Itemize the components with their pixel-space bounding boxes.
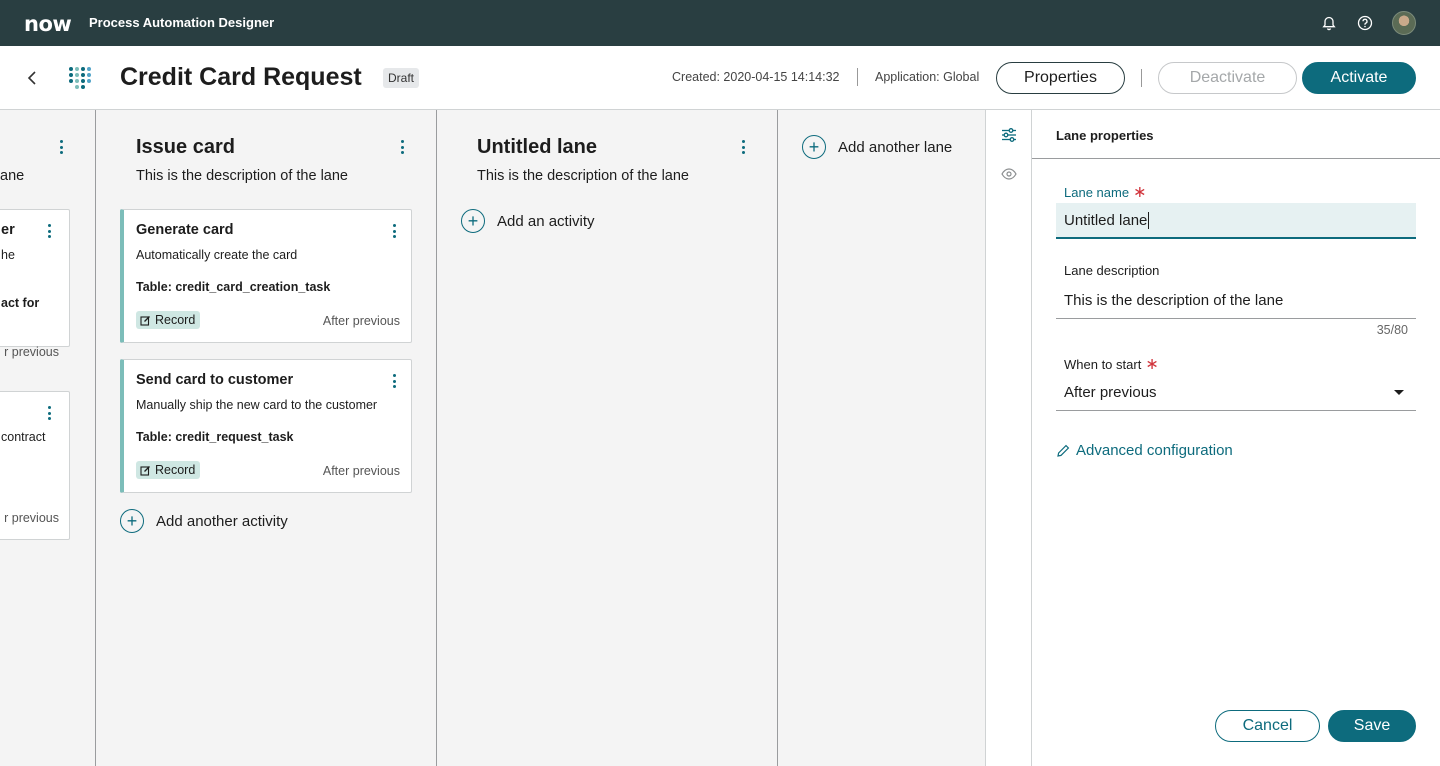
activity-menu-icon[interactable] <box>42 404 56 422</box>
app-title: Process Automation Designer <box>89 15 275 30</box>
panel-title: Lane properties <box>1056 128 1154 143</box>
lane-title: Issue card <box>136 136 235 158</box>
sliders-icon[interactable] <box>1000 126 1018 144</box>
required-asterisk-icon: ∗ <box>1133 184 1147 201</box>
activity-title: er <box>1 222 15 238</box>
lane-name-input[interactable]: Untitled lane <box>1056 203 1416 239</box>
properties-button[interactable]: Properties <box>996 62 1125 94</box>
when-to-start-value: After previous <box>1064 384 1157 401</box>
deactivate-button[interactable]: Deactivate <box>1158 62 1297 94</box>
activity-description: Automatically create the card <box>136 248 298 262</box>
top-icons <box>1320 11 1416 35</box>
activity-timing: r previous <box>4 345 59 359</box>
save-button[interactable]: Save <box>1328 710 1416 742</box>
lane-properties-panel: Lane properties Lane name ∗ Untitled lane… <box>1032 110 1440 766</box>
avatar[interactable] <box>1392 11 1416 35</box>
top-nav-bar: now Process Automation Designer <box>0 0 1440 46</box>
tag-label: Record <box>155 463 196 477</box>
activity-table: Table: credit_card_creation_task <box>136 280 331 294</box>
activity-description: he <box>1 248 15 262</box>
when-to-start-select[interactable]: After previous <box>1056 375 1416 411</box>
pencil-icon <box>1057 444 1070 457</box>
add-another-activity-button[interactable]: + Add another activity <box>120 509 288 533</box>
required-asterisk-icon: ∗ <box>1145 356 1159 373</box>
plus-icon: + <box>120 509 144 533</box>
lane-description: ane <box>0 168 25 184</box>
add-label: Add another activity <box>156 512 288 530</box>
lane-issue-card[interactable]: Issue card This is the description of th… <box>96 110 437 766</box>
lane-name-label: Lane name ∗ <box>1064 182 1146 202</box>
lane-name-value: Untitled lane <box>1064 211 1148 229</box>
record-tag: Record <box>136 461 201 479</box>
plus-icon: + <box>461 209 485 233</box>
divider <box>1141 69 1142 87</box>
divider <box>1032 158 1440 159</box>
activity-table: Table: credit_request_task <box>136 430 294 444</box>
page-title: Credit Card Request <box>120 63 362 91</box>
lane-untitled[interactable]: Untitled lane This is the description of… <box>437 110 778 766</box>
activity-title: Generate card <box>136 222 234 238</box>
edit-record-icon <box>140 465 150 476</box>
add-label: Add an activity <box>497 212 595 230</box>
back-icon[interactable] <box>22 68 42 88</box>
activity-card[interactable]: contract r previous <box>0 391 70 540</box>
lane-description-input[interactable]: This is the description of the lane <box>1056 283 1416 319</box>
activity-description: contract <box>1 430 46 444</box>
activity-card[interactable]: Send card to customer Manually ship the … <box>120 359 412 493</box>
activity-menu-icon[interactable] <box>387 222 401 240</box>
eye-icon[interactable] <box>1000 165 1018 183</box>
add-activity-button[interactable]: + Add an activity <box>461 209 595 233</box>
when-to-start-label-text: When to start <box>1064 357 1142 372</box>
panel-icon-rail <box>985 110 1032 766</box>
activity-timing: r previous <box>4 511 59 525</box>
cancel-button[interactable]: Cancel <box>1215 710 1320 742</box>
status-badge: Draft <box>383 68 420 88</box>
bell-icon[interactable] <box>1320 14 1338 32</box>
advanced-configuration-link[interactable]: Advanced configuration <box>1056 442 1233 459</box>
activity-menu-icon[interactable] <box>387 372 401 390</box>
lanes-canvas: ane er he act for r previous contract r … <box>0 110 985 766</box>
lane-menu-icon[interactable] <box>54 138 68 156</box>
add-another-lane-button[interactable]: + Add another lane <box>802 135 952 159</box>
servicenow-logo[interactable]: now <box>24 12 72 36</box>
add-label: Add another lane <box>838 138 953 156</box>
activity-menu-icon[interactable] <box>42 222 56 240</box>
lane-description-label: Lane description <box>1064 263 1160 278</box>
activity-card[interactable]: er he act for r previous <box>0 209 70 359</box>
activity-timing: After previous <box>322 314 400 328</box>
activity-table: act for <box>1 296 40 310</box>
application-scope: Application: Global <box>875 70 980 84</box>
divider <box>857 68 858 86</box>
caret-down-icon <box>1394 390 1404 395</box>
activity-title: Send card to customer <box>136 372 294 388</box>
when-to-start-label: When to start ∗ <box>1064 354 1159 374</box>
tag-label: Record <box>155 313 196 327</box>
advanced-configuration-label: Advanced configuration <box>1076 442 1233 459</box>
activity-card[interactable]: Generate card Automatically create the c… <box>120 209 412 343</box>
lane-menu-icon[interactable] <box>395 138 409 156</box>
activity-timing: After previous <box>322 464 400 478</box>
lane-menu-icon[interactable] <box>736 138 750 156</box>
created-timestamp: Created: 2020-04-15 14:14:32 <box>672 70 840 84</box>
plus-icon: + <box>802 135 826 159</box>
activate-button[interactable]: Activate <box>1302 62 1416 94</box>
lane-description: This is the description of the lane <box>477 168 689 184</box>
help-icon[interactable] <box>1356 14 1374 32</box>
lane-title: Untitled lane <box>477 136 598 158</box>
edit-record-icon <box>140 315 150 326</box>
lane-description: This is the description of the lane <box>136 168 348 184</box>
activity-description: Manually ship the new card to the custom… <box>136 398 378 412</box>
flow-designer-icon <box>68 66 92 90</box>
lane-name-label-text: Lane name <box>1064 185 1130 200</box>
page-header: Credit Card Request Draft Created: 2020-… <box>0 46 1440 110</box>
lane-partial[interactable]: ane er he act for r previous contract r … <box>0 110 96 766</box>
text-caret <box>1148 211 1150 229</box>
record-tag: Record <box>136 311 201 329</box>
character-counter: 35/80 <box>1376 323 1408 337</box>
